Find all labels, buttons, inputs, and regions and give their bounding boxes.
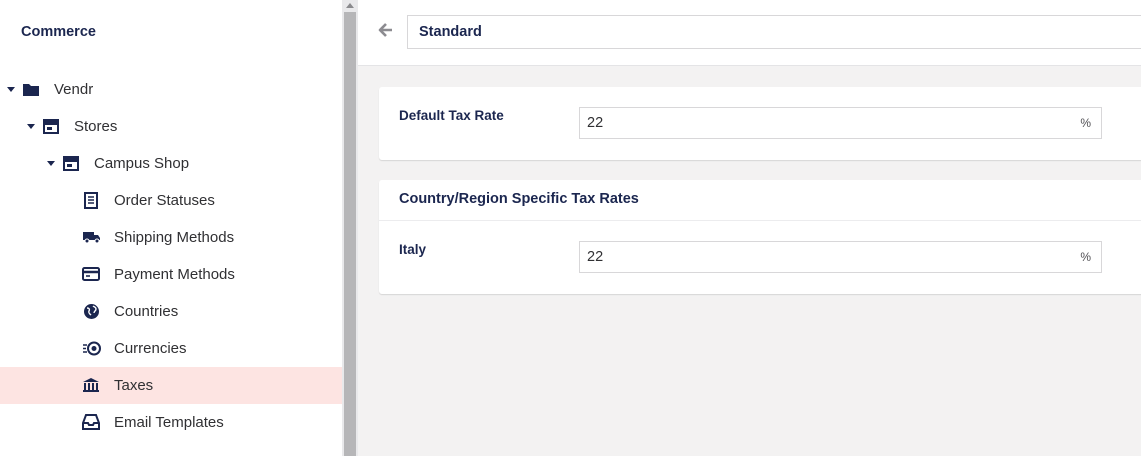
country-label-italy: Italy xyxy=(399,242,427,257)
country-tax-rates-panel: Country/Region Specific Tax Rates Italy … xyxy=(379,180,1141,294)
tree-item-taxes[interactable]: Taxes xyxy=(0,367,342,404)
inbox-icon xyxy=(81,413,101,431)
default-tax-rate-field[interactable]: % xyxy=(579,107,1102,139)
caret-down-icon[interactable] xyxy=(27,124,35,129)
tree-item-label: Taxes xyxy=(114,377,154,394)
truck-icon xyxy=(81,228,101,246)
tree-item-shipping-methods[interactable]: Shipping Methods xyxy=(0,219,342,256)
globe-icon xyxy=(81,302,101,320)
tax-class-name-input[interactable] xyxy=(407,15,1141,49)
scrollbar-thumb[interactable] xyxy=(344,12,356,456)
tree-item-campus-shop[interactable]: Campus Shop xyxy=(0,145,342,182)
credit-card-icon xyxy=(81,265,101,283)
tree-item-label: Currencies xyxy=(114,340,187,357)
panel-header: Country/Region Specific Tax Rates xyxy=(379,180,1141,221)
country-tax-rate-field[interactable]: % xyxy=(579,241,1102,273)
caret-down-icon[interactable] xyxy=(7,87,15,92)
tree-item-payment-methods[interactable]: Payment Methods xyxy=(0,256,342,293)
tree-item-label: Campus Shop xyxy=(94,155,190,172)
back-arrow-icon[interactable] xyxy=(378,22,394,38)
store-icon xyxy=(41,117,61,135)
panel-title: Country/Region Specific Tax Rates xyxy=(399,191,639,207)
tree-item-label: Shipping Methods xyxy=(114,229,235,246)
tree-item-label: Email Templates xyxy=(114,414,224,431)
coins-icon xyxy=(81,339,101,357)
percent-suffix: % xyxy=(1080,116,1091,130)
percent-suffix: % xyxy=(1080,250,1091,264)
italy-tax-rate-input[interactable] xyxy=(580,242,1070,272)
bank-icon xyxy=(81,376,101,394)
tree-item-countries[interactable]: Countries xyxy=(0,293,342,330)
tree-item-vendr[interactable]: Vendr xyxy=(0,71,342,108)
tree-item-label: Payment Methods xyxy=(114,266,235,283)
tree-item-label: Order Statuses xyxy=(114,192,215,209)
section-title: Commerce xyxy=(21,24,96,40)
tree-item-label: Vendr xyxy=(54,81,94,98)
caret-down-icon[interactable] xyxy=(47,161,55,166)
tree-item-order-statuses[interactable]: Order Statuses xyxy=(0,182,342,219)
scroll-up-arrow-icon[interactable] xyxy=(346,3,354,8)
default-tax-rate-label: Default Tax Rate xyxy=(399,108,504,123)
receipt-icon xyxy=(81,191,101,209)
store-icon xyxy=(61,154,81,172)
tree-item-stores[interactable]: Stores xyxy=(0,108,342,145)
tree-item-label: Stores xyxy=(74,118,118,135)
tree-item-currencies[interactable]: Currencies xyxy=(0,330,342,367)
default-tax-rate-input[interactable] xyxy=(580,108,1070,138)
default-tax-panel: Default Tax Rate % xyxy=(379,87,1141,160)
folder-icon xyxy=(21,80,41,98)
tree-item-label: Countries xyxy=(114,303,179,320)
tree-item-email-templates[interactable]: Email Templates xyxy=(0,404,342,441)
sidebar-tree: Commerce Vendr Stores Campus Shop Order … xyxy=(0,0,342,456)
